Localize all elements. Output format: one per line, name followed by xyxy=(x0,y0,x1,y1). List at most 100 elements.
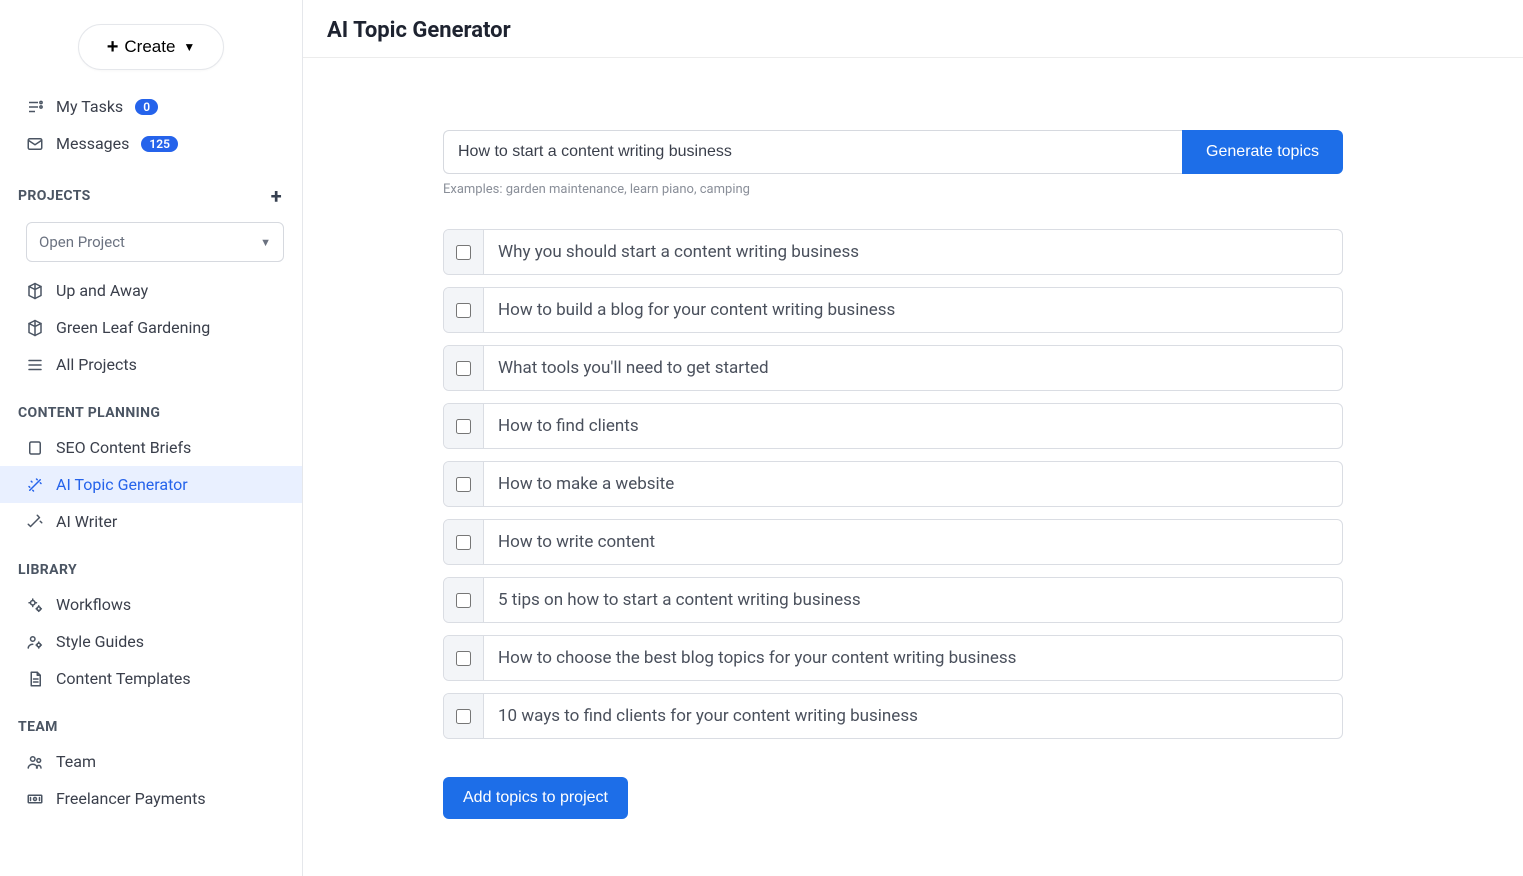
topic-check-cell xyxy=(444,404,484,448)
topic-checkbox[interactable] xyxy=(456,593,471,608)
nav-label: AI Writer xyxy=(56,512,117,531)
topic-check-cell xyxy=(444,346,484,390)
project-item-1[interactable]: Green Leaf Gardening xyxy=(0,309,302,346)
badge-count: 125 xyxy=(141,136,178,152)
nav-my-tasks[interactable]: My Tasks 0 xyxy=(0,88,302,125)
nav-label: Team xyxy=(56,752,96,771)
topic-text: Why you should start a content writing b… xyxy=(484,230,1342,274)
nav-label: All Projects xyxy=(56,355,137,374)
section-content-planning: CONTENT PLANNING xyxy=(0,383,302,429)
library-item-1[interactable]: Style Guides xyxy=(0,623,302,660)
team-item-1[interactable]: Freelancer Payments xyxy=(0,780,302,817)
team-item-0[interactable]: Team xyxy=(0,743,302,780)
nav-label: Messages xyxy=(56,134,129,153)
file-icon xyxy=(26,670,44,688)
library-item-2[interactable]: Content Templates xyxy=(0,660,302,697)
add-topics-button[interactable]: Add topics to project xyxy=(443,777,628,819)
topic-text: How to choose the best blog topics for y… xyxy=(484,636,1342,680)
cube-icon xyxy=(26,282,44,300)
topic-text: How to build a blog for your content wri… xyxy=(484,288,1342,332)
topic-text: How to write content xyxy=(484,520,1342,564)
topic-checkbox[interactable] xyxy=(456,303,471,318)
content-planning-item-1[interactable]: AI Topic Generator xyxy=(0,466,302,503)
topic-check-cell xyxy=(444,636,484,680)
topic-input[interactable] xyxy=(443,130,1182,174)
topic-check-cell xyxy=(444,520,484,564)
caret-down-icon: ▼ xyxy=(183,40,195,54)
caret-down-icon: ▼ xyxy=(260,236,271,249)
section-projects: PROJECTS + xyxy=(0,162,302,216)
topic-row: How to find clients xyxy=(443,403,1343,449)
topic-checkbox[interactable] xyxy=(456,245,471,260)
content-planning-item-2[interactable]: AI Writer xyxy=(0,503,302,540)
topic-row: Why you should start a content writing b… xyxy=(443,229,1343,275)
menu-icon xyxy=(26,356,44,374)
examples-text: Examples: garden maintenance, learn pian… xyxy=(443,182,1343,197)
section-library: LIBRARY xyxy=(0,540,302,586)
content: Generate topics Examples: garden mainten… xyxy=(303,58,1403,859)
add-project-icon[interactable]: + xyxy=(271,184,282,208)
topic-row: How to choose the best blog topics for y… xyxy=(443,635,1343,681)
topic-row: How to make a website xyxy=(443,461,1343,507)
nav-label: SEO Content Briefs xyxy=(56,438,191,457)
topic-check-cell xyxy=(444,288,484,332)
library-list: Workflows Style Guides Content Templates xyxy=(0,586,302,697)
nav-label: Content Templates xyxy=(56,669,191,688)
tasks-icon xyxy=(26,98,44,116)
envelope-icon xyxy=(26,135,44,153)
content-planning-list: SEO Content Briefs AI Topic Generator AI W… xyxy=(0,429,302,540)
topic-checkbox[interactable] xyxy=(456,419,471,434)
topic-checkbox[interactable] xyxy=(456,477,471,492)
topics-list: Why you should start a content writing b… xyxy=(443,229,1343,739)
topic-check-cell xyxy=(444,462,484,506)
topic-check-cell xyxy=(444,694,484,738)
generate-button[interactable]: Generate topics xyxy=(1182,130,1343,174)
nav-label: Freelancer Payments xyxy=(56,789,206,808)
main: AI Topic Generator Generate topics Examp… xyxy=(303,0,1523,876)
section-title: TEAM xyxy=(18,719,58,735)
topic-row: How to build a blog for your content wri… xyxy=(443,287,1343,333)
library-item-0[interactable]: Workflows xyxy=(0,586,302,623)
topic-checkbox[interactable] xyxy=(456,535,471,550)
nav-label: My Tasks xyxy=(56,97,123,116)
topic-text: 10 ways to find clients for your content… xyxy=(484,694,1342,738)
topic-row: How to write content xyxy=(443,519,1343,565)
badge-count: 0 xyxy=(135,99,158,115)
create-wrap: + Create ▼ xyxy=(0,0,302,88)
select-label: Open Project xyxy=(39,233,125,251)
topic-input-row: Generate topics xyxy=(443,130,1343,174)
nav-label: Green Leaf Gardening xyxy=(56,318,210,337)
nav-label: Style Guides xyxy=(56,632,144,651)
section-title: PROJECTS xyxy=(18,188,91,204)
cash-icon xyxy=(26,790,44,808)
wand-icon xyxy=(26,476,44,494)
section-title: CONTENT PLANNING xyxy=(18,405,160,421)
topic-checkbox[interactable] xyxy=(456,361,471,376)
section-title: LIBRARY xyxy=(18,562,77,578)
topic-row: 10 ways to find clients for your content… xyxy=(443,693,1343,739)
topic-row: What tools you'll need to get started xyxy=(443,345,1343,391)
nav-label: AI Topic Generator xyxy=(56,475,188,494)
topic-checkbox[interactable] xyxy=(456,651,471,666)
nav-label: Up and Away xyxy=(56,281,148,300)
nav-messages[interactable]: Messages 125 xyxy=(0,125,302,162)
person-gear-icon xyxy=(26,633,44,651)
gears-icon xyxy=(26,596,44,614)
create-label: Create xyxy=(124,37,175,57)
magic-icon xyxy=(26,513,44,531)
topic-checkbox[interactable] xyxy=(456,709,471,724)
people-icon xyxy=(26,753,44,771)
nav-label: Workflows xyxy=(56,595,131,614)
create-button[interactable]: + Create ▼ xyxy=(78,24,225,70)
topic-text: What tools you'll need to get started xyxy=(484,346,1342,390)
plus-icon: + xyxy=(107,37,119,57)
project-item-0[interactable]: Up and Away xyxy=(0,272,302,309)
open-project-select[interactable]: Open Project ▼ xyxy=(26,222,284,262)
project-item-2[interactable]: All Projects xyxy=(0,346,302,383)
topic-text: 5 tips on how to start a content writing… xyxy=(484,578,1342,622)
content-planning-item-0[interactable]: SEO Content Briefs xyxy=(0,429,302,466)
page-title: AI Topic Generator xyxy=(327,18,1499,43)
note-icon xyxy=(26,439,44,457)
topic-check-cell xyxy=(444,230,484,274)
projects-list: Up and Away Green Leaf Gardening All Proje… xyxy=(0,272,302,383)
